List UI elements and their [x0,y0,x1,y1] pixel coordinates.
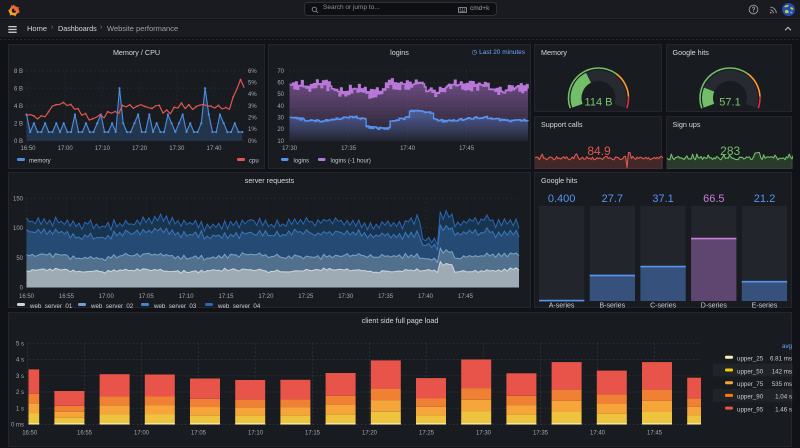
svg-text:2 B: 2 B [14,121,23,127]
svg-text:E-series: E-series [752,302,778,309]
svg-text:17:20: 17:20 [132,146,148,152]
svg-text:5 s: 5 s [16,341,24,347]
svg-text:2%: 2% [248,115,257,121]
svg-text:16:50: 16:50 [19,294,35,300]
svg-text:0 ms: 0 ms [11,422,24,428]
svg-text:283: 283 [720,144,740,158]
svg-text:0.400: 0.400 [548,193,576,205]
svg-text:logins (-1 hour): logins (-1 hour) [331,159,371,165]
svg-text:17:10: 17:10 [95,146,111,152]
svg-text:4%: 4% [248,92,257,98]
svg-text:5%: 5% [248,80,257,86]
svg-text:70: 70 [277,69,284,75]
svg-text:17:30: 17:30 [476,430,492,436]
svg-text:40: 40 [277,104,284,110]
svg-text:D-series: D-series [701,302,728,309]
svg-text:27.7: 27.7 [602,193,623,205]
svg-text:50: 50 [277,92,284,98]
svg-text:17:20: 17:20 [258,294,274,300]
svg-text:upper_25: upper_25 [737,355,764,362]
svg-text:17:30: 17:30 [169,146,185,152]
svg-text:50: 50 [16,255,23,261]
svg-text:535 ms: 535 ms [772,381,792,388]
svg-text:3 s: 3 s [16,373,24,379]
svg-text:0: 0 [20,285,24,291]
svg-text:17:30: 17:30 [282,146,298,152]
svg-text:150: 150 [13,196,24,202]
svg-text:17:25: 17:25 [419,430,435,436]
svg-text:6%: 6% [248,69,257,75]
svg-text:6 B: 6 B [14,86,23,92]
svg-text:17:05: 17:05 [191,430,207,436]
svg-text:37.1: 37.1 [652,193,673,205]
svg-text:17:45: 17:45 [647,430,663,436]
svg-text:avg: avg [782,343,793,350]
svg-text:17:35: 17:35 [533,430,549,436]
svg-text:0 B: 0 B [14,139,23,145]
svg-text:2 s: 2 s [16,390,24,396]
svg-text:A-series: A-series [549,302,575,309]
svg-text:16:50: 16:50 [20,146,36,152]
svg-text:17:10: 17:10 [179,294,195,300]
svg-text:17:40: 17:40 [418,294,434,300]
svg-text:17:45: 17:45 [459,146,475,152]
svg-text:100: 100 [13,226,24,232]
svg-text:17:10: 17:10 [248,430,264,436]
svg-text:6.81 ms: 6.81 ms [770,355,792,362]
svg-text:17:35: 17:35 [341,146,357,152]
svg-text:21.2: 21.2 [754,193,775,205]
svg-text:B-series: B-series [599,302,625,309]
svg-text:17:35: 17:35 [378,294,394,300]
svg-text:8 B: 8 B [14,69,23,75]
svg-text:3%: 3% [248,104,257,110]
svg-text:1 s: 1 s [16,406,24,412]
svg-text:web_server_02: web_server_02 [90,303,134,310]
svg-text:84.9: 84.9 [587,144,611,158]
svg-text:4 s: 4 s [16,357,24,363]
svg-text:30: 30 [277,115,284,121]
svg-text:57.1: 57.1 [719,97,740,109]
svg-text:upper_95: upper_95 [737,406,764,413]
svg-text:web_server_04: web_server_04 [217,303,261,310]
svg-text:upper_75: upper_75 [737,381,764,388]
svg-text:17:45: 17:45 [458,294,474,300]
svg-text:upper_50: upper_50 [737,368,764,375]
svg-text:web_server_03: web_server_03 [153,303,197,310]
svg-text:60: 60 [277,80,284,86]
svg-text:upper_90: upper_90 [737,393,764,400]
svg-text:17:40: 17:40 [400,146,416,152]
svg-text:1.04 s: 1.04 s [775,393,792,400]
svg-text:cpu: cpu [249,159,259,165]
svg-text:20: 20 [277,127,284,133]
svg-text:17:00: 17:00 [134,430,150,436]
svg-text:memory: memory [29,159,51,165]
svg-text:0%: 0% [248,139,257,145]
svg-text:17:40: 17:40 [590,430,606,436]
svg-text:C-series: C-series [650,302,677,309]
svg-text:web_server_01: web_server_01 [29,303,73,310]
svg-text:17:05: 17:05 [139,294,155,300]
svg-text:17:30: 17:30 [338,294,354,300]
svg-text:16:55: 16:55 [59,294,75,300]
svg-text:17:00: 17:00 [99,294,115,300]
svg-text:114 B: 114 B [585,97,613,109]
svg-text:17:15: 17:15 [218,294,234,300]
svg-text:4 B: 4 B [14,104,23,110]
svg-text:17:40: 17:40 [206,146,222,152]
svg-text:1%: 1% [248,127,257,133]
svg-text:16:50: 16:50 [22,430,38,436]
svg-text:10: 10 [277,139,284,145]
svg-text:1.46 s: 1.46 s [775,406,792,413]
svg-text:66.5: 66.5 [703,193,724,205]
svg-text:17:15: 17:15 [305,430,321,436]
svg-text:17:00: 17:00 [58,146,74,152]
svg-text:16:55: 16:55 [77,430,93,436]
svg-text:17:20: 17:20 [362,430,378,436]
svg-text:17:25: 17:25 [298,294,314,300]
svg-text:logins: logins [294,159,310,165]
svg-text:142 ms: 142 ms [772,368,792,375]
